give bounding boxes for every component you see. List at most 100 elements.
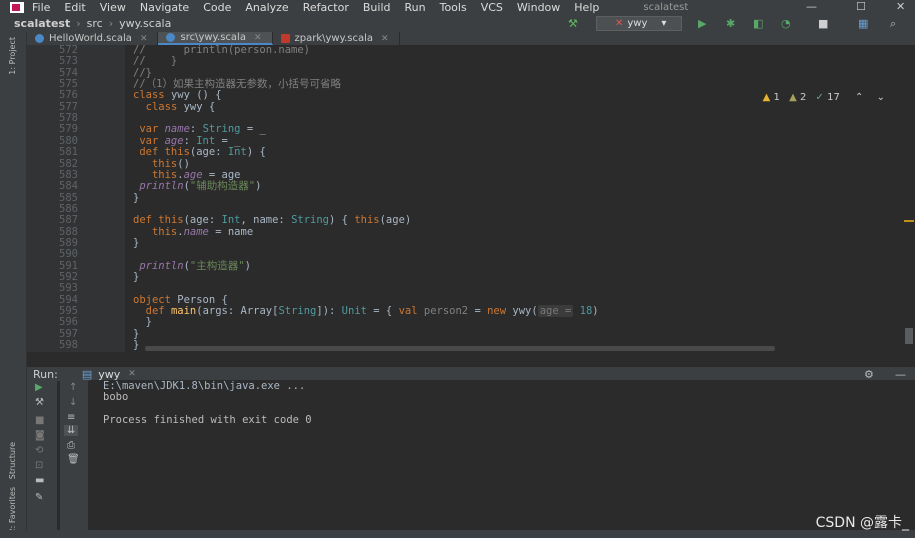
stop-icon[interactable]: ■ bbox=[35, 415, 44, 426]
weak-warning-count: 2 bbox=[799, 92, 807, 103]
editor-vertical-scrollbar[interactable] bbox=[903, 45, 915, 352]
console-line: Process finished with exit code 0 bbox=[103, 414, 312, 426]
print-icon[interactable]: ⎙ bbox=[67, 440, 75, 451]
chevron-down-icon: ▾ bbox=[661, 18, 667, 29]
menu-code[interactable]: Code bbox=[203, 1, 231, 14]
exit-icon[interactable]: ⊡ bbox=[35, 460, 43, 471]
trash-icon[interactable]: 🗑 bbox=[67, 454, 80, 465]
hammer-build-icon[interactable]: ⚒ bbox=[568, 17, 578, 30]
intellij-logo-icon bbox=[10, 2, 24, 13]
favorites-tool-tab[interactable]: 2: Favorites bbox=[8, 487, 17, 533]
line-number: 581 bbox=[59, 146, 78, 159]
typo-icon: ✓ bbox=[815, 92, 824, 103]
code-line[interactable]: } bbox=[133, 271, 139, 283]
menu-window[interactable]: Window bbox=[517, 1, 560, 14]
breadcrumb-separator-icon: › bbox=[76, 17, 81, 30]
scala-file-icon bbox=[280, 34, 290, 43]
run-icon[interactable]: ▶ bbox=[698, 17, 706, 30]
code-line[interactable]: class ywy { bbox=[133, 101, 216, 113]
close-tab-icon[interactable]: ✕ bbox=[140, 34, 148, 44]
search-icon[interactable]: ⌕ bbox=[890, 17, 896, 31]
inspection-widget[interactable]: ▲ 1 ▲ 2 ✓ 17 ⌃ ⌄ bbox=[763, 92, 885, 103]
code-line[interactable]: } bbox=[133, 237, 139, 249]
hide-panel-icon[interactable]: — bbox=[895, 368, 906, 381]
run-config-label: ywy bbox=[627, 18, 648, 29]
console-icon: ▤ bbox=[81, 367, 93, 381]
close-window-icon[interactable]: ✕ bbox=[896, 0, 905, 13]
code-line[interactable]: this.name = name bbox=[133, 226, 253, 238]
menu-tools[interactable]: Tools bbox=[440, 1, 467, 14]
code-line[interactable]: } bbox=[133, 339, 139, 351]
run-tab-ywy[interactable]: ywy bbox=[98, 368, 120, 381]
structure-tool-tab[interactable]: Structure bbox=[8, 442, 17, 479]
code-editor[interactable]: // println(person.name)// }//}//（1）如果主构造… bbox=[125, 44, 903, 352]
arrow-up-icon[interactable]: ↑ bbox=[69, 382, 77, 393]
restore-layout-icon[interactable]: ⟲ bbox=[35, 445, 43, 456]
tab-label: zpark\ywy.scala bbox=[294, 33, 374, 44]
navigation-bar: scalatest › src › ywy.scala ⚒ ✕ ywy ▾ ▶ … bbox=[0, 15, 915, 33]
chevron-up-icon[interactable]: ⌃ bbox=[855, 92, 863, 103]
code-line[interactable]: def main(args: Array[String]): Unit = { … bbox=[133, 305, 599, 318]
menu-navigate[interactable]: Navigate bbox=[140, 1, 189, 14]
scala-file-icon bbox=[166, 33, 176, 42]
close-run-tab-icon[interactable]: ✕ bbox=[128, 369, 136, 379]
line-number: 573 bbox=[59, 55, 78, 68]
scroll-to-end-icon[interactable]: ⇊ bbox=[64, 425, 79, 436]
maximize-icon[interactable]: ☐ bbox=[856, 0, 866, 13]
minimize-icon[interactable]: — bbox=[806, 0, 817, 13]
code-line[interactable]: println("辅助构造器") bbox=[133, 181, 261, 192]
layout-icon[interactable]: ▬ bbox=[35, 475, 44, 486]
soft-wrap-icon[interactable]: ≡ bbox=[67, 412, 75, 423]
run-config-dropdown[interactable]: ✕ ywy ▾ bbox=[596, 16, 682, 31]
bottom-tool-bar bbox=[0, 530, 915, 538]
camera-icon[interactable]: ◙ bbox=[35, 430, 45, 441]
scala-file-icon bbox=[35, 34, 44, 43]
console-output[interactable]: E:\maven\JDK1.8\bin\java.exe ... bobo Pr… bbox=[89, 380, 915, 530]
console-line: E:\maven\JDK1.8\bin\java.exe ... bbox=[103, 380, 306, 392]
project-structure-icon[interactable]: ▦ bbox=[858, 17, 868, 30]
weak-warning-icon: ▲ bbox=[789, 92, 797, 103]
breadcrumb-project[interactable]: scalatest bbox=[14, 17, 70, 30]
menu-build[interactable]: Build bbox=[363, 1, 391, 14]
warning-marker[interactable] bbox=[904, 220, 914, 222]
run-toolbar-secondary: ↑ ↓ ≡ ⇊ ⎙ 🗑 bbox=[60, 380, 88, 530]
breadcrumb-folder[interactable]: src bbox=[87, 17, 103, 30]
menu-vcs[interactable]: VCS bbox=[481, 1, 503, 14]
arrow-down-icon[interactable]: ↓ bbox=[69, 397, 77, 408]
code-line[interactable]: println("主构造器") bbox=[133, 260, 251, 272]
coverage-icon[interactable]: ◧ bbox=[753, 17, 763, 30]
breadcrumb-separator-icon: › bbox=[108, 17, 114, 30]
line-number: 587 bbox=[59, 214, 78, 227]
left-tool-strip: 1: Project Structure 2: Favorites bbox=[0, 32, 27, 538]
menu-analyze[interactable]: Analyze bbox=[245, 1, 288, 14]
line-number: 598 bbox=[59, 339, 78, 352]
menu-edit[interactable]: Edit bbox=[64, 1, 85, 14]
chevron-down-icon[interactable]: ⌄ bbox=[877, 92, 885, 103]
code-line[interactable]: } bbox=[133, 192, 139, 204]
menu-view[interactable]: View bbox=[100, 1, 126, 14]
run-toolbar-primary: ▶ ⚒ ■ ◙ ⟲ ⊡ ▬ ✎ bbox=[27, 380, 57, 530]
profile-icon[interactable]: ◔ bbox=[781, 17, 791, 30]
stop-icon[interactable]: ■ bbox=[818, 17, 828, 30]
config-error-icon: ✕ bbox=[615, 18, 624, 29]
menu-file[interactable]: File bbox=[32, 1, 50, 14]
wrench-icon[interactable]: ⚒ bbox=[35, 397, 44, 408]
menu-run[interactable]: Run bbox=[405, 1, 426, 14]
close-tab-icon[interactable]: ✕ bbox=[254, 33, 262, 43]
csdn-watermark: CSDN @露卡_ bbox=[815, 515, 909, 531]
tab-label: src\ywy.scala bbox=[180, 32, 246, 43]
line-number: 593 bbox=[59, 282, 78, 295]
close-tab-icon[interactable]: ✕ bbox=[381, 34, 389, 44]
project-tool-tab[interactable]: 1: Project bbox=[8, 37, 17, 75]
debug-icon[interactable]: ✱ bbox=[726, 17, 735, 30]
editor-horizontal-scrollbar[interactable] bbox=[145, 346, 775, 351]
menu-help[interactable]: Help bbox=[574, 1, 599, 14]
menu-refactor[interactable]: Refactor bbox=[303, 1, 349, 14]
rerun-icon[interactable]: ▶ bbox=[35, 382, 43, 393]
gear-icon[interactable]: ⚙ bbox=[864, 368, 874, 381]
breadcrumb-file[interactable]: ywy.scala bbox=[119, 17, 171, 30]
scroll-thumb[interactable] bbox=[905, 328, 913, 344]
pin-icon[interactable]: ✎ bbox=[35, 492, 43, 503]
warning-icon: ▲ bbox=[762, 92, 771, 103]
tab-label: HelloWorld.scala bbox=[49, 33, 132, 44]
